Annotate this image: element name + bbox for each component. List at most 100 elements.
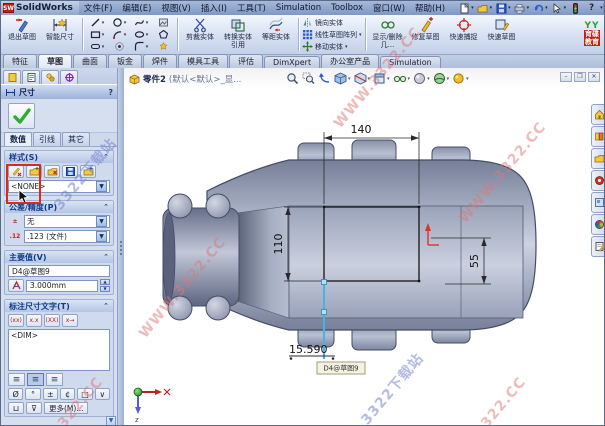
caret-icon[interactable]: ▾ bbox=[348, 76, 351, 82]
view-settings-icon[interactable]: ▾ bbox=[452, 72, 469, 85]
quick-snaps-button[interactable]: 快速捕捉 bbox=[445, 16, 483, 53]
undo-caret-icon[interactable]: ▾ bbox=[545, 5, 548, 11]
subtab-other[interactable]: 其它 bbox=[62, 132, 90, 146]
tab-evaluate[interactable]: 评估 bbox=[229, 54, 263, 68]
previous-view-icon[interactable] bbox=[318, 72, 331, 85]
centerline-symbol-button[interactable]: ¢ bbox=[59, 388, 76, 400]
fillet-tool-icon[interactable]: ▾ bbox=[130, 41, 152, 53]
diameter-symbol-button[interactable]: Ø bbox=[8, 388, 24, 400]
doc-restore-button[interactable]: ❐ bbox=[574, 72, 586, 82]
print-icon[interactable] bbox=[514, 3, 526, 14]
menu-file[interactable]: 文件(F) bbox=[79, 2, 118, 14]
collapse-chevron-icon[interactable]: ⌃ bbox=[103, 253, 109, 261]
move-entities-caret-icon[interactable]: ▾ bbox=[345, 44, 348, 50]
doc-minimize-button[interactable]: – bbox=[560, 72, 572, 82]
edit-appearance-icon[interactable]: ▾ bbox=[413, 72, 430, 85]
tab-sheet-metal[interactable]: 钣金 bbox=[108, 54, 142, 68]
graphics-area[interactable]: 140 110 55 15.590 D4@草图9 z 零件2 (默认<默认>_显… bbox=[124, 68, 604, 425]
linear-pattern-button[interactable]: 线性草图阵列 ▾ bbox=[302, 29, 362, 40]
exit-sketch-button[interactable]: 退出草图 bbox=[3, 16, 41, 53]
save-favorite-button[interactable] bbox=[62, 165, 78, 178]
primary-value-header[interactable]: 主要值(V) ⌃ bbox=[5, 251, 113, 263]
print-caret-icon[interactable]: ▾ bbox=[527, 5, 530, 11]
dimension-value-field[interactable]: 3.000mm bbox=[26, 279, 98, 292]
linear-pattern-caret-icon[interactable]: ▾ bbox=[359, 32, 362, 38]
caret-icon[interactable]: ▾ bbox=[408, 76, 411, 82]
tab-simulation[interactable]: Simulation bbox=[380, 56, 441, 68]
spline-tool-icon[interactable]: ▾ bbox=[130, 17, 152, 29]
dimension-grip[interactable] bbox=[289, 357, 293, 360]
search-tab[interactable] bbox=[591, 170, 604, 191]
view-palette-tab[interactable] bbox=[591, 192, 604, 213]
caret-icon[interactable]: ▾ bbox=[466, 76, 469, 82]
countersink-symbol-button[interactable]: ⊽ bbox=[26, 402, 42, 414]
add-favorite-button[interactable] bbox=[26, 165, 42, 178]
smart-dimension-button[interactable]: 智能尺寸 bbox=[41, 16, 79, 53]
appearances-tab[interactable] bbox=[591, 214, 604, 235]
paren-button[interactable]: (xx) bbox=[8, 314, 24, 327]
configuration-manager-tab[interactable] bbox=[41, 70, 59, 84]
plusminus-symbol-button[interactable]: ± bbox=[42, 388, 58, 400]
menu-window[interactable]: 窗口(W) bbox=[368, 2, 410, 14]
ok-button[interactable] bbox=[8, 102, 35, 129]
collapse-chevron-icon[interactable]: ⌃ bbox=[103, 153, 109, 161]
rapid-sketch-button[interactable]: 快速草图 bbox=[483, 16, 521, 53]
tab-features[interactable]: 特征 bbox=[3, 54, 37, 68]
view-orientation-icon[interactable]: ▾ bbox=[373, 72, 390, 85]
text-tool-icon[interactable] bbox=[152, 41, 174, 53]
panel-help-button[interactable]: ? bbox=[108, 88, 113, 97]
align-right-button[interactable]: ≡ bbox=[46, 373, 63, 386]
dimension-110-text[interactable]: 110 bbox=[272, 234, 285, 255]
sketch-picture-tool-icon[interactable] bbox=[152, 17, 174, 29]
tab-weldments[interactable]: 焊件 bbox=[143, 54, 177, 68]
apply-defaults-button[interactable] bbox=[8, 165, 24, 178]
menu-tools[interactable]: 工具(T) bbox=[232, 2, 271, 14]
tab-dimxpert[interactable]: DimXpert bbox=[264, 56, 321, 68]
dimension-text-header[interactable]: 标注尺寸文字(T) ⌃ bbox=[5, 300, 113, 312]
panel-scroll-down-button[interactable]: ▼ bbox=[106, 416, 116, 425]
slot-tool-icon[interactable]: ▾ bbox=[86, 41, 108, 53]
dimension-55-text[interactable]: 55 bbox=[468, 254, 481, 268]
spinner-up-button[interactable]: ▲ bbox=[100, 279, 110, 285]
subtab-leaders[interactable]: 引线 bbox=[33, 132, 61, 146]
dimension-text-area[interactable]: <DIM> bbox=[8, 329, 110, 371]
select-icon[interactable] bbox=[551, 2, 563, 14]
circle-tool-icon[interactable]: ▾ bbox=[108, 17, 130, 29]
zoom-area-icon[interactable] bbox=[302, 72, 315, 85]
caret-icon[interactable]: ▾ bbox=[427, 76, 430, 82]
offset-text-button[interactable]: x→ bbox=[62, 314, 78, 327]
ellipse-tool-icon[interactable]: ▾ bbox=[130, 29, 152, 41]
arc-tool-icon[interactable]: ▾ bbox=[108, 29, 130, 41]
file-explorer-tab[interactable] bbox=[591, 148, 604, 169]
select-caret-icon[interactable]: ▾ bbox=[564, 5, 567, 11]
align-left-button[interactable]: ≡ bbox=[8, 373, 25, 386]
move-entities-button[interactable]: 移动实体 ▾ bbox=[302, 41, 362, 52]
apply-scene-icon[interactable]: ▾ bbox=[433, 72, 449, 85]
save-caret-icon[interactable]: ▾ bbox=[508, 5, 511, 11]
resources-tab[interactable] bbox=[591, 104, 604, 125]
help-icon[interactable]: ? bbox=[584, 3, 599, 13]
style-dropdown-caret-icon[interactable]: ▼ bbox=[96, 181, 107, 192]
menu-insert[interactable]: 插入(I) bbox=[196, 2, 232, 14]
feature-manager-tab[interactable] bbox=[3, 70, 21, 84]
style-dropdown[interactable]: <NONE> ▼ bbox=[8, 180, 110, 193]
section-view-icon[interactable]: ▾ bbox=[354, 72, 370, 85]
offset-entities-button[interactable]: 等距实体 bbox=[257, 16, 295, 53]
chevron-symbol-button[interactable]: ∨ bbox=[94, 388, 110, 400]
hide-show-items-icon[interactable]: ▾ bbox=[393, 72, 411, 85]
property-manager-tab[interactable] bbox=[22, 70, 40, 84]
undo-icon[interactable] bbox=[532, 3, 544, 14]
open-icon[interactable] bbox=[477, 3, 489, 14]
open-caret-icon[interactable]: ▾ bbox=[490, 5, 493, 11]
tolerance-type-dropdown[interactable]: 无 ▼ bbox=[24, 215, 110, 228]
tab-office-products[interactable]: 办公室产品 bbox=[321, 54, 380, 68]
more-symbols-button[interactable]: 更多(M)... bbox=[44, 402, 89, 414]
rebuild-icon[interactable] bbox=[569, 2, 581, 14]
menu-edit[interactable]: 编辑(E) bbox=[117, 2, 156, 14]
collapse-chevron-icon[interactable]: ⌃ bbox=[103, 203, 109, 211]
caret-icon[interactable]: ▾ bbox=[387, 76, 390, 82]
rectangle-tool-icon[interactable]: ▾ bbox=[86, 29, 108, 41]
tab-sketch[interactable]: 草图 bbox=[38, 54, 72, 68]
dimension-140-text[interactable]: 140 bbox=[351, 123, 372, 136]
override-button[interactable]: x.x bbox=[26, 314, 42, 327]
